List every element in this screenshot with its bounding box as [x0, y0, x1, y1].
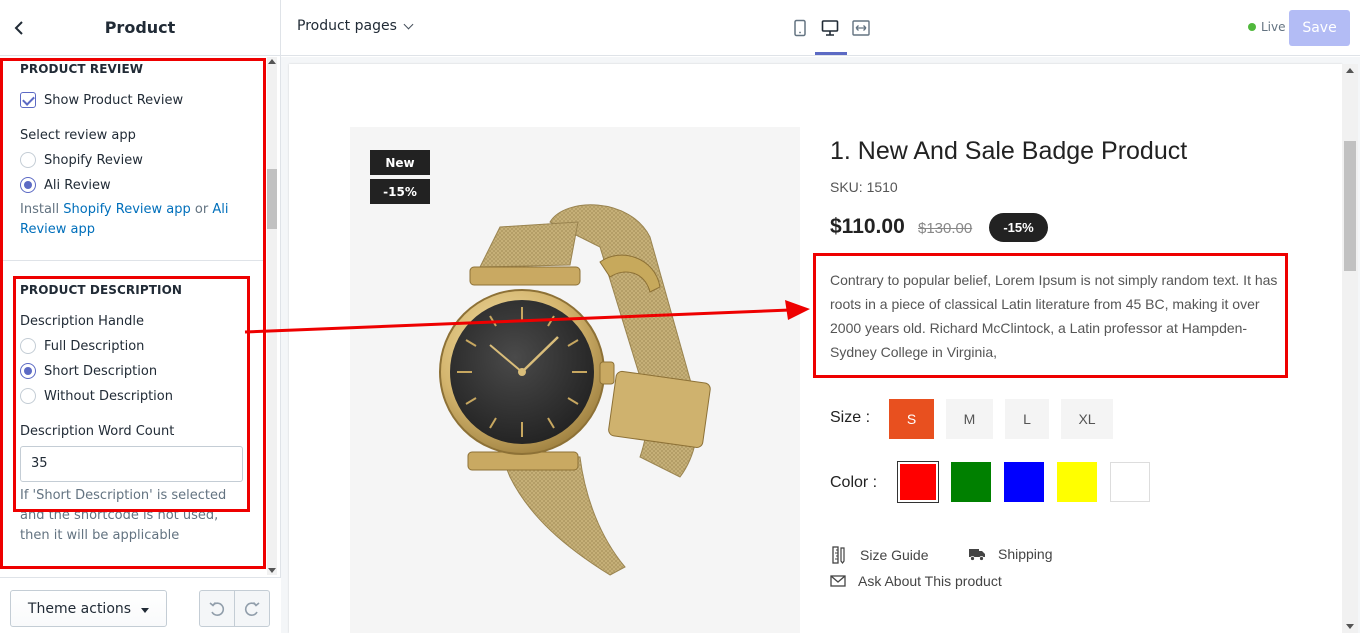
color-swatch-blue[interactable] — [1004, 462, 1044, 502]
annotation-arrow — [244, 300, 810, 334]
desktop-view-icon[interactable] — [818, 16, 842, 40]
color-swatch-yellow[interactable] — [1057, 462, 1097, 502]
size-option-xl[interactable]: XL — [1061, 399, 1113, 439]
radio-selected-icon[interactable] — [20, 177, 36, 193]
discount-pill: -15% — [989, 213, 1048, 242]
active-view-indicator — [815, 52, 847, 55]
radio-icon[interactable] — [20, 388, 36, 404]
product-old-price: $130.00 — [918, 220, 973, 237]
help-mid: or — [190, 202, 213, 217]
product-description: Contrary to popular belief, Lorem Ipsum … — [830, 272, 1278, 360]
shipping-label: Shipping — [998, 546, 1053, 562]
size-option-l[interactable]: L — [1005, 399, 1049, 439]
product-sku: SKU: 1510 — [830, 179, 898, 195]
envelope-icon — [830, 575, 846, 587]
sidebar-settings-panel[interactable]: PRODUCT REVIEW Show Product Review Selec… — [0, 57, 281, 577]
radio-icon[interactable] — [20, 338, 36, 354]
live-dot-icon — [1248, 23, 1256, 31]
word-count-label: Description Word Count — [20, 424, 175, 439]
size-option-s[interactable]: S — [889, 399, 934, 439]
editor-topbar: Product pages Live Save — [281, 0, 1360, 56]
section-divider — [0, 260, 266, 261]
size-label: Size : — [830, 409, 871, 426]
product-review-heading: PRODUCT REVIEW — [20, 62, 144, 76]
shopify-review-app-link[interactable]: Shopify Review app — [63, 202, 190, 217]
ask-about-product-link[interactable]: Ask About This product — [830, 573, 1002, 589]
radio-full-description[interactable]: Full Description — [20, 338, 144, 354]
preview-scrollbar[interactable] — [1342, 64, 1358, 633]
scroll-up-arrow-icon[interactable] — [268, 59, 276, 64]
product-price: $110.00 — [830, 215, 905, 238]
size-option-m[interactable]: M — [946, 399, 993, 439]
radio-ali-review[interactable]: Ali Review — [20, 177, 111, 193]
page-selector-label: Product pages — [297, 18, 397, 34]
scrollbar-thumb[interactable] — [267, 169, 277, 229]
sidebar-footer: Theme actions — [0, 577, 281, 633]
ruler-icon — [832, 546, 845, 564]
undo-redo-group — [199, 590, 270, 627]
new-badge: New — [370, 150, 430, 175]
theme-editor-sidebar: Product PRODUCT REVIEW Show Product Revi… — [0, 0, 281, 633]
live-label: Live — [1261, 20, 1286, 34]
chevron-down-icon — [403, 19, 414, 29]
description-handle-label: Description Handle — [20, 314, 145, 329]
review-install-help: Install Shopify Review app or Ali Review… — [20, 200, 248, 240]
help-prefix: Install — [20, 202, 64, 217]
select-review-app-label: Select review app — [20, 128, 136, 143]
show-product-review-checkbox[interactable]: Show Product Review — [20, 92, 183, 108]
size-guide-label: Size Guide — [860, 547, 929, 563]
checkbox-checked-icon[interactable] — [20, 92, 36, 108]
radio-label: Ali Review — [44, 177, 111, 193]
redo-icon[interactable] — [234, 591, 269, 626]
fullscreen-view-icon[interactable] — [849, 16, 873, 40]
product-description-heading: PRODUCT DESCRIPTION — [20, 283, 183, 297]
word-count-help: If 'Short Description' is selected and t… — [20, 488, 227, 543]
radio-icon[interactable] — [20, 152, 36, 168]
caret-down-icon — [141, 607, 150, 613]
color-swatch-red[interactable] — [897, 461, 939, 503]
shipping-link[interactable]: Shipping — [968, 546, 1053, 562]
theme-actions-label: Theme actions — [27, 600, 132, 617]
ask-about-product-label: Ask About This product — [858, 573, 1002, 589]
save-button[interactable]: Save — [1289, 10, 1350, 46]
color-swatch-green[interactable] — [951, 462, 991, 502]
radio-without-description[interactable]: Without Description — [20, 388, 173, 404]
radio-short-description[interactable]: Short Description — [20, 363, 157, 379]
sidebar-header: Product — [0, 0, 280, 56]
theme-actions-button[interactable]: Theme actions — [10, 590, 167, 627]
truck-icon — [969, 549, 985, 561]
radio-label: Shopify Review — [44, 152, 143, 168]
show-product-review-label: Show Product Review — [44, 92, 184, 108]
radio-label: Short Description — [44, 363, 158, 379]
radio-label: Without Description — [44, 388, 173, 404]
mobile-view-icon[interactable] — [788, 16, 812, 40]
product-title: 1. New And Sale Badge Product — [830, 137, 1188, 165]
color-swatch-white[interactable] — [1110, 462, 1150, 502]
scroll-down-arrow-icon[interactable] — [1346, 624, 1354, 629]
discount-badge: -15% — [370, 179, 430, 204]
color-label: Color : — [830, 474, 878, 491]
scrollbar-thumb[interactable] — [1344, 141, 1356, 271]
scroll-down-arrow-icon[interactable] — [268, 568, 276, 573]
size-guide-link[interactable]: Size Guide — [830, 546, 928, 564]
live-status: Live — [1248, 20, 1286, 34]
sidebar-title: Product — [104, 18, 176, 37]
word-count-input[interactable]: 35 — [20, 446, 243, 482]
undo-icon[interactable] — [200, 591, 234, 626]
radio-selected-icon[interactable] — [20, 363, 36, 379]
radio-label: Full Description — [44, 338, 145, 354]
radio-shopify-review[interactable]: Shopify Review — [20, 152, 143, 168]
page-selector-dropdown[interactable]: Product pages — [297, 18, 414, 34]
scroll-up-arrow-icon[interactable] — [1346, 68, 1354, 73]
